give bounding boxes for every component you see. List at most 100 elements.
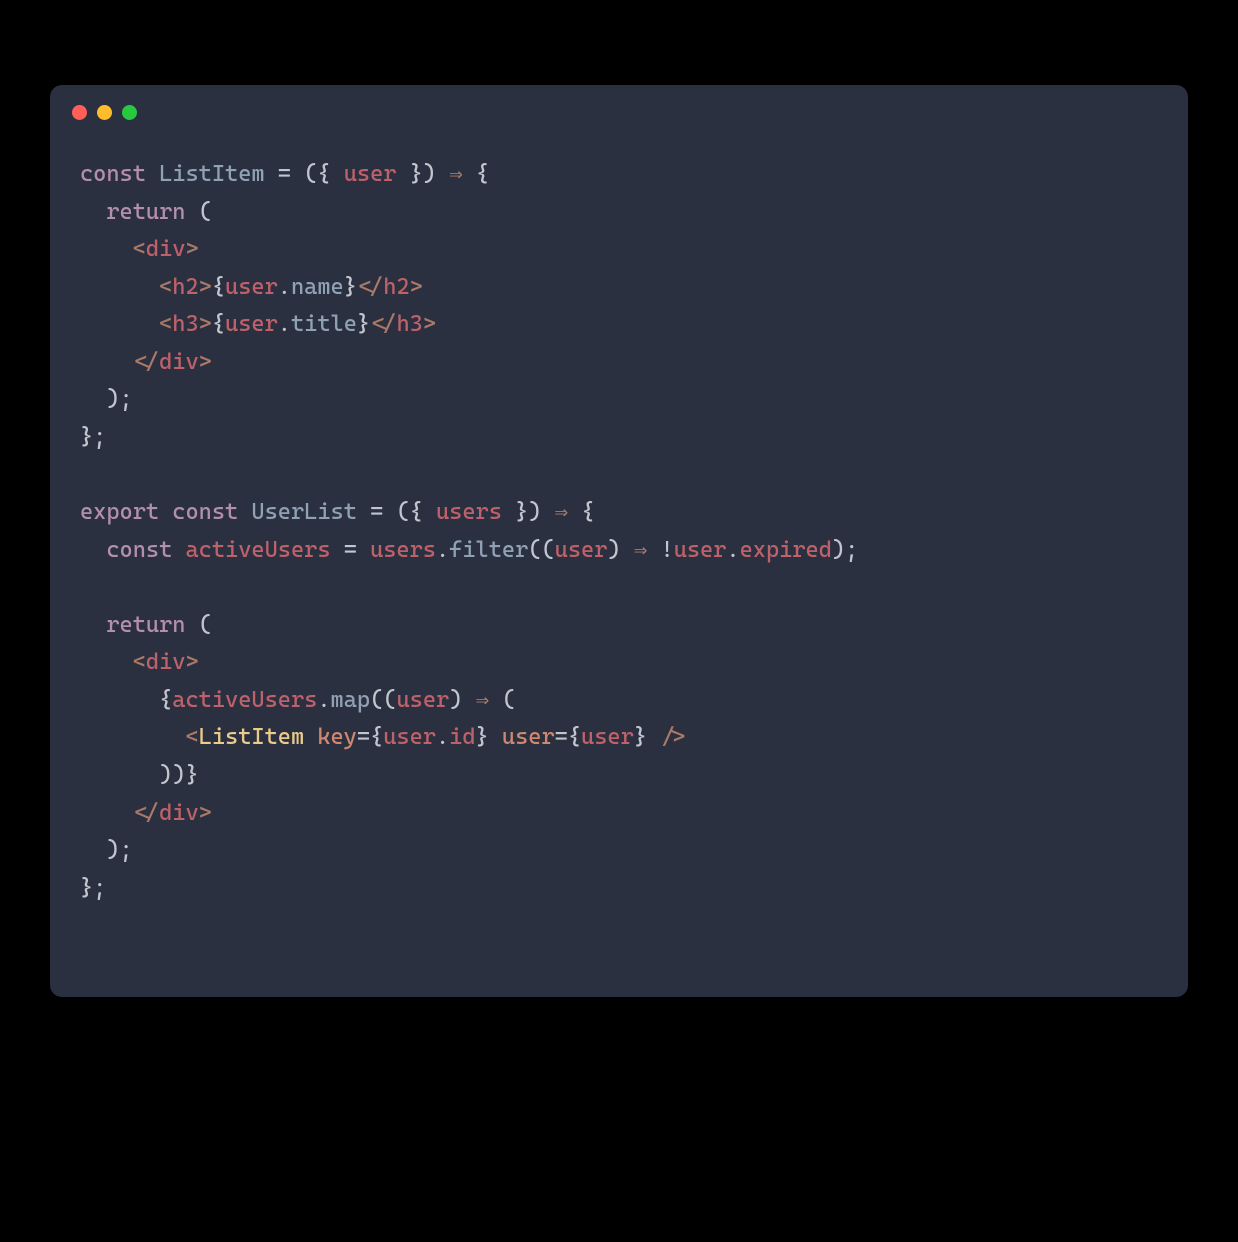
code-line: {activeUsers.map((user) ⇒ (: [80, 682, 1158, 720]
code-token: (: [489, 687, 515, 713]
code-token: {: [212, 311, 225, 337]
code-token: ⇒: [555, 499, 569, 525]
code-token: users: [370, 537, 436, 563]
code-token: ): [449, 687, 475, 713]
code-token: ⇒: [449, 161, 463, 187]
code-token: return: [106, 199, 198, 225]
code-token: >: [423, 311, 436, 337]
code-token: </: [133, 349, 159, 375]
code-token: ={: [357, 724, 383, 750]
code-token: ): [607, 537, 633, 563]
code-token: user: [555, 537, 608, 563]
code-token: user: [581, 724, 634, 750]
code-token: name: [291, 274, 344, 300]
code-token: >: [199, 349, 212, 375]
code-line: </div>: [80, 795, 1158, 833]
code-token: UserList: [251, 499, 370, 525]
code-token: >: [199, 800, 212, 826]
code-token: };: [80, 875, 106, 901]
code-line: export const UserList = ({ users }) ⇒ {: [80, 494, 1158, 532]
code-token: >: [199, 311, 212, 337]
minimize-icon[interactable]: [97, 105, 112, 120]
code-token: div: [159, 800, 199, 826]
code-token: .: [726, 537, 739, 563]
code-token: .: [317, 687, 330, 713]
code-token: h3: [396, 311, 422, 337]
code-token: [80, 612, 106, 638]
code-line: const activeUsers = users.filter((user) …: [80, 532, 1158, 570]
code-line: <ListItem key={user.id} user={user} />: [80, 719, 1158, 757]
code-token: h3: [172, 311, 198, 337]
code-line: );: [80, 832, 1158, 870]
code-line: };: [80, 870, 1158, 908]
code-token: [80, 236, 133, 262]
code-token: [80, 311, 159, 337]
code-token: }: [357, 311, 370, 337]
code-line: return (: [80, 607, 1158, 645]
code-token: user: [225, 274, 278, 300]
code-token: div: [146, 649, 186, 675]
code-token: ((: [528, 537, 554, 563]
code-token: activeUsers: [185, 537, 343, 563]
code-line: );: [80, 381, 1158, 419]
code-token: filter: [449, 537, 528, 563]
code-token: [80, 199, 106, 225]
code-token: }: [634, 724, 660, 750]
code-editor[interactable]: const ListItem = ({ user }) ⇒ { return (…: [50, 128, 1188, 997]
code-token: );: [80, 837, 133, 863]
code-token: [80, 537, 106, 563]
code-line: <div>: [80, 644, 1158, 682]
code-line: const ListItem = ({ user }) ⇒ {: [80, 156, 1158, 194]
code-token: ={: [555, 724, 581, 750]
close-icon[interactable]: [72, 105, 87, 120]
code-line: <h3>{user.title}</h3>: [80, 306, 1158, 344]
code-token: const: [80, 161, 159, 187]
titlebar: [50, 85, 1188, 128]
code-token: user: [502, 724, 555, 750]
code-token: >: [410, 274, 423, 300]
code-token: }): [515, 499, 555, 525]
code-token: title: [291, 311, 357, 337]
code-token: <: [185, 724, 198, 750]
code-line: };: [80, 419, 1158, 457]
code-token: ListItem: [159, 161, 278, 187]
code-token: [80, 649, 133, 675]
code-token: [80, 687, 159, 713]
code-token: ({: [304, 161, 344, 187]
code-token: !: [647, 537, 673, 563]
code-token: {: [159, 687, 172, 713]
code-token: ))}: [159, 762, 199, 788]
code-token: ListItem: [199, 724, 318, 750]
code-token: <: [133, 649, 146, 675]
code-token: ⇒: [634, 537, 648, 563]
code-token: key: [317, 724, 357, 750]
code-token: user: [396, 687, 449, 713]
code-token: h2: [172, 274, 198, 300]
code-token: h2: [383, 274, 409, 300]
code-token: expired: [740, 537, 832, 563]
code-token: .: [436, 537, 449, 563]
code-token: </: [357, 274, 383, 300]
code-line: [80, 569, 1158, 607]
code-token: const: [106, 537, 185, 563]
code-token: />: [660, 724, 686, 750]
code-token: .: [278, 311, 291, 337]
code-token: user: [225, 311, 278, 337]
code-token: (: [199, 199, 212, 225]
code-token: {: [463, 161, 489, 187]
code-token: users: [436, 499, 515, 525]
code-token: map: [331, 687, 371, 713]
code-token: [80, 762, 159, 788]
code-token: const: [172, 499, 251, 525]
code-token: user: [674, 537, 727, 563]
code-token: div: [159, 349, 199, 375]
code-token: );: [832, 537, 858, 563]
code-token: };: [80, 424, 106, 450]
code-token: [80, 724, 185, 750]
code-token: div: [146, 236, 186, 262]
code-token: ({: [396, 499, 436, 525]
code-token: return: [106, 612, 198, 638]
code-token: [80, 349, 133, 375]
maximize-icon[interactable]: [122, 105, 137, 120]
code-token: (: [199, 612, 212, 638]
